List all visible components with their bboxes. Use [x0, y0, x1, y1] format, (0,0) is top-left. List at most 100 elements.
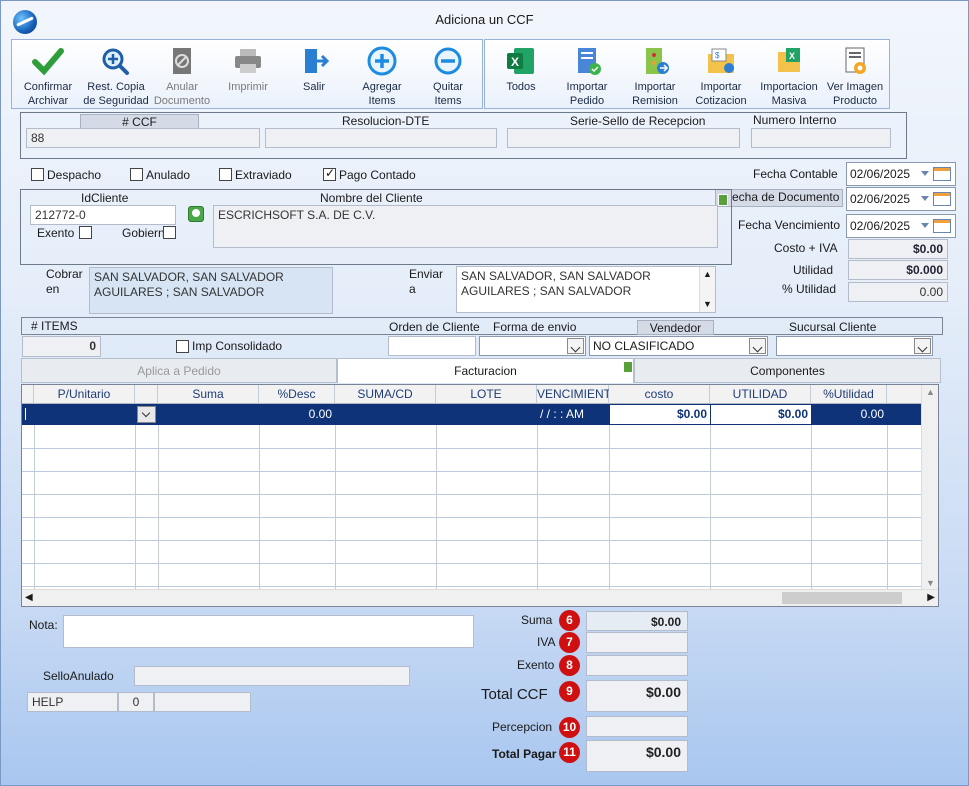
validate-check-icon[interactable]	[188, 206, 204, 222]
scroll-up-icon[interactable]: ▲	[926, 387, 935, 397]
view-product-image-button[interactable]: Ver Imagen Producto	[819, 46, 891, 108]
remove-items-button[interactable]: Quitar Items	[412, 46, 484, 108]
col-pct-utilidad[interactable]: %Utilidad	[811, 385, 887, 404]
col-utilidad[interactable]: UTILIDAD	[710, 385, 811, 404]
tab-aplica-pedido[interactable]: Aplica a Pedido	[21, 358, 337, 383]
grid-col-line	[710, 425, 711, 589]
row-pct-utilidad[interactable]: 0.00	[811, 405, 887, 424]
cobrar-address[interactable]: SAN SALVADOR, SAN SALVADOR AGUILARES ; S…	[89, 267, 333, 314]
orden-cliente-input[interactable]	[388, 336, 476, 356]
exento-total-label: Exento	[517, 658, 555, 672]
toolbar-import: X Todos Importar Pedido Importar Remisio…	[484, 39, 890, 109]
row-utilidad[interactable]: $0.00	[711, 405, 811, 424]
serie-sello-field[interactable]	[507, 128, 740, 148]
numero-interno-field[interactable]	[751, 128, 891, 148]
col-costo[interactable]: costo	[609, 385, 710, 404]
grid-corner	[22, 385, 34, 404]
col-punitario[interactable]: P/Unitario	[34, 385, 135, 404]
import-remission-button[interactable]: Importar Remision	[619, 46, 691, 108]
calendar-icon[interactable]	[933, 167, 951, 181]
fecha-documento-picker[interactable]: 02/06/2025	[846, 187, 956, 211]
pago-contado-checkbox[interactable]	[323, 166, 336, 181]
grid-horizontal-scrollbar[interactable]: ◀ ▶	[22, 589, 938, 606]
serie-label: Serie-Sello de Recepcion	[570, 114, 706, 128]
enviar-address[interactable]: SAN SALVADOR, SAN SALVADOR AGUILARES ; S…	[456, 266, 716, 313]
calendar-icon[interactable]	[933, 192, 951, 206]
orden-cliente-label: Orden de Cliente	[389, 320, 480, 334]
mass-import-button[interactable]: X Importacion Masiva	[753, 46, 825, 108]
exit-button[interactable]: Salir	[278, 46, 350, 94]
chevron-down-icon[interactable]	[567, 338, 584, 354]
col-suma-cd[interactable]: SUMA/CD	[335, 385, 436, 404]
chevron-down-icon[interactable]	[749, 338, 766, 354]
callout-badge: 11	[559, 742, 580, 763]
row-dropdown-button[interactable]	[137, 406, 156, 423]
scroll-left-icon[interactable]: ◀	[25, 592, 33, 603]
items-grid[interactable]: P/Unitario Suma %Desc SUMA/CD LOTE VENCI…	[21, 384, 939, 607]
despacho-checkbox[interactable]	[31, 168, 44, 181]
plus-circle-icon	[367, 46, 397, 76]
callout-badge: 10	[559, 717, 580, 738]
void-document-button[interactable]: Anular Documento	[146, 46, 218, 108]
fecha-contable-picker[interactable]: 02/06/2025	[846, 162, 956, 186]
row-vencimiento[interactable]: / / : : AM	[537, 405, 609, 424]
grid-vertical-scrollbar[interactable]: ▲ ▼	[921, 385, 938, 590]
table-row[interactable]: 0.00 / / : : AM $0.00 $0.00 0.00	[22, 404, 922, 425]
col-suma[interactable]: Suma	[158, 385, 259, 404]
row-desc[interactable]: 0.00	[259, 405, 335, 424]
scroll-down-icon[interactable]: ▼	[926, 578, 935, 588]
col-vencimiento[interactable]: VENCIMIENT	[537, 385, 611, 404]
print-button[interactable]: Imprimir	[212, 46, 284, 94]
utilidad-value: $0.000	[848, 260, 948, 280]
anulado-checkbox[interactable]	[130, 168, 143, 181]
chevron-down-icon[interactable]	[914, 338, 931, 354]
scroll-down-icon[interactable]: ▼	[703, 299, 712, 309]
ccf-number-field[interactable]: 88	[26, 128, 260, 148]
export-all-button[interactable]: X Todos	[485, 46, 557, 94]
svg-text:X: X	[511, 55, 519, 69]
exento-label: Exento	[37, 226, 75, 240]
confirm-button[interactable]: Confirmar Archivar	[12, 46, 84, 108]
enviar-scrollbar[interactable]: ▲ ▼	[699, 267, 715, 312]
forma-envio-select[interactable]	[479, 336, 586, 356]
idcliente-input[interactable]: 212772-0	[30, 205, 176, 225]
scroll-right-icon[interactable]: ▶	[927, 592, 935, 603]
tab-componentes[interactable]: Componentes	[634, 358, 941, 383]
grid-col-line	[135, 425, 136, 589]
row-costo[interactable]: $0.00	[610, 405, 710, 424]
vendedor-label: Vendedor	[637, 320, 714, 335]
calendar-icon[interactable]	[933, 219, 951, 233]
col-lote[interactable]: LOTE	[436, 385, 537, 404]
nota-label: Nota:	[29, 618, 58, 632]
exento-checkbox[interactable]	[79, 226, 92, 239]
scroll-thumb[interactable]	[782, 592, 902, 604]
fecha-vencimiento-picker[interactable]: 02/06/2025	[846, 214, 956, 238]
vendedor-select[interactable]: NO CLASIFICADO	[589, 336, 768, 356]
import-order-button[interactable]: Importar Pedido	[551, 46, 623, 108]
extraviado-checkbox[interactable]	[219, 168, 232, 181]
dropdown-arrow-icon	[921, 223, 929, 228]
restore-backup-button[interactable]: Rest. Copia de Seguridad	[80, 46, 152, 108]
sucursal-select[interactable]	[776, 336, 933, 356]
gobierno-checkbox[interactable]	[163, 226, 176, 239]
forma-envio-label: Forma de envio	[493, 320, 577, 334]
import-quote-button[interactable]: $ Importar Cotizacion	[685, 46, 757, 108]
grid-line	[22, 517, 922, 518]
ccf-window: Adiciona un CCF Confirmar Archivar Rest.…	[0, 0, 969, 786]
consolidado-checkbox[interactable]	[176, 340, 189, 353]
nota-input[interactable]	[63, 615, 474, 648]
col-dropdown[interactable]	[135, 385, 158, 404]
title-bar: Adiciona un CCF	[1, 1, 968, 35]
nombre-cliente-field[interactable]: ESCRICHSOFT S.A. DE C.V.	[213, 205, 718, 248]
import-quote-icon: $	[708, 48, 734, 73]
tab-facturacion[interactable]: Facturacion	[337, 358, 634, 383]
costo-iva-label: Costo + IVA	[774, 241, 838, 255]
scroll-up-icon[interactable]: ▲	[703, 269, 712, 279]
window-title: Adiciona un CCF	[435, 12, 534, 27]
checkmark-icon	[32, 48, 64, 76]
add-items-button[interactable]: Agregar Items	[346, 46, 418, 108]
col-desc[interactable]: %Desc	[259, 385, 335, 404]
sello-anulado-field[interactable]	[134, 666, 410, 686]
resolucion-field[interactable]	[265, 128, 497, 148]
void-document-icon	[173, 48, 191, 74]
